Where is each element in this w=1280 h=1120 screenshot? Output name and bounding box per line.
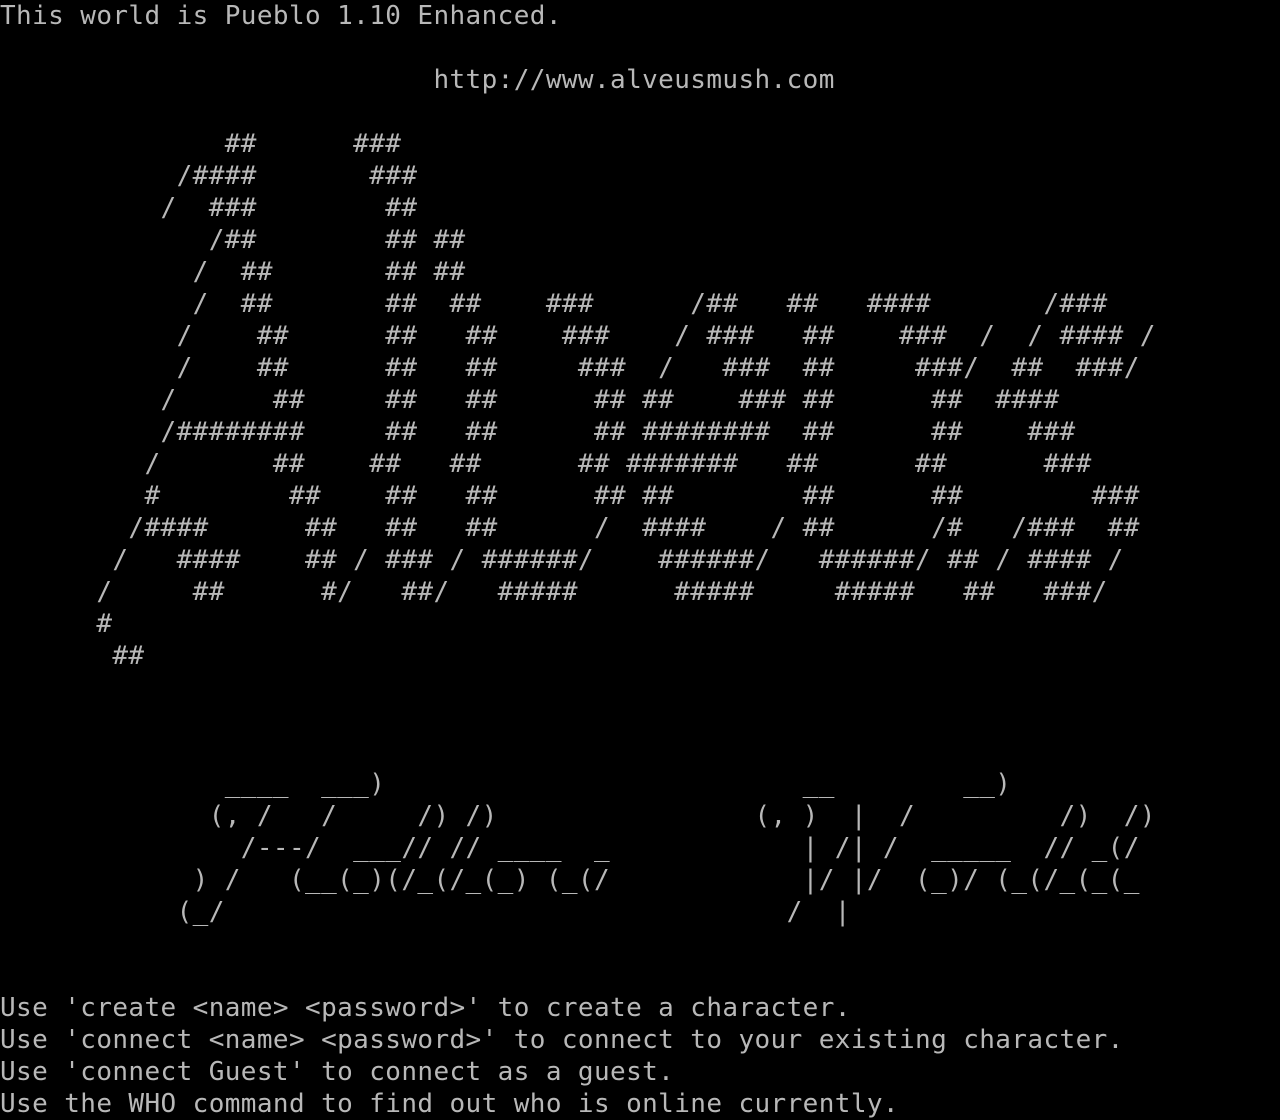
ascii-logo-line: / ## ## ## ### / ### ## ###/ ## ###/: [0, 353, 1140, 383]
ascii-logo-line: /## ## ##: [0, 225, 466, 255]
ascii-logo-line: /#### ## ## ## / #### / ## /# /### ##: [0, 513, 1140, 543]
ascii-logo-line: /######## ## ## ## ######## ## ## ###: [0, 417, 1076, 447]
ascii-logo-line: / ## ## ##: [0, 257, 466, 287]
ascii-logo-line: / ### ##: [0, 193, 418, 223]
instruction-who: Use the WHO command to find out who is o…: [0, 1089, 899, 1119]
ascii-logo-line: #: [0, 609, 113, 639]
ascii-logo-line: ##: [0, 641, 145, 671]
ascii-logo-line: / #### ## / ### / ######/ ######/ ######…: [0, 545, 1124, 575]
ascii-script-line: ) / (__(_)(/_(/_(_) (_(/ |/ |/ (_)/ (_(/…: [0, 865, 1140, 895]
website-url: http://www.alveusmush.com: [0, 65, 835, 95]
welcome-line: This world is Pueblo 1.10 Enhanced.: [0, 1, 562, 31]
ascii-logo-line: / ## ## ## ## ## ### ## ## ####: [0, 385, 1060, 415]
ascii-script-line: (_/ / |: [0, 897, 851, 927]
instruction-connect: Use 'connect <name> <password>' to conne…: [0, 1025, 1124, 1055]
terminal-window[interactable]: This world is Pueblo 1.10 Enhanced. http…: [0, 0, 1280, 1120]
ascii-logo-line: /#### ###: [0, 161, 418, 191]
instruction-create: Use 'create <name> <password>' to create…: [0, 993, 851, 1023]
ascii-script-line: ____ ___) __ __): [0, 769, 1012, 799]
ascii-script-line: (, / / /) /) (, ) | / /) /): [0, 801, 1156, 831]
ascii-logo-line: / ## ## ## ### /## ## #### /###: [0, 289, 1108, 319]
ascii-logo-line: / ## ## ## ### / ### ## ### / / #### /: [0, 321, 1156, 351]
ascii-logo-line: / ## #/ ##/ ##### ##### ##### ## ###/: [0, 577, 1108, 607]
ascii-script-line: /---/ ___// // ____ _ | /| / _____ // _(…: [0, 833, 1140, 863]
instruction-guest: Use 'connect Guest' to connect as a gues…: [0, 1057, 675, 1087]
ascii-logo-line: ## ###: [0, 129, 402, 159]
ascii-logo-line: / ## ## ## ## ####### ## ## ###: [0, 449, 1092, 479]
ascii-logo-line: # ## ## ## ## ## ## ## ###: [0, 481, 1140, 511]
